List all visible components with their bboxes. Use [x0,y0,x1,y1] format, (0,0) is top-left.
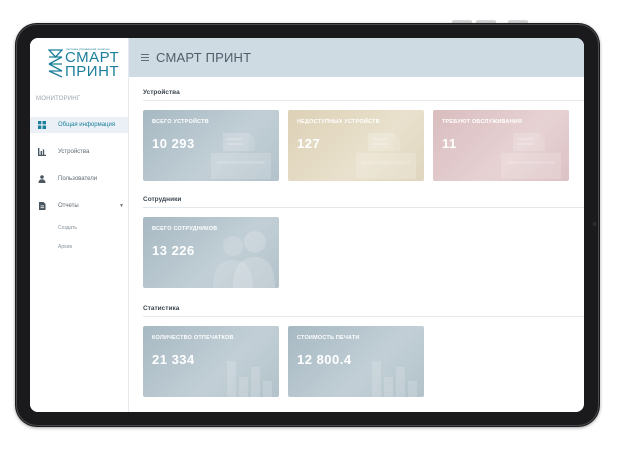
card-value: 10 293 [152,136,195,151]
app-title: СМАРТ ПРИНТ [156,50,252,65]
card-label: НЕДОСТУПНЫХ УСТРОЙСТВ [297,119,380,125]
sidebar-item-overview[interactable]: Общая информация [30,117,128,133]
card-print-count[interactable]: КОЛИЧЕСТВО ОТПЕЧАТКОВ 21 334 [143,326,279,397]
menu-icon[interactable] [141,54,149,61]
card-value: 12 800.4 [297,352,352,367]
card-value: 127 [297,136,321,151]
card-value: 11 [442,136,457,151]
sidebar-section-label: МОНИТОРИНГ [36,96,81,102]
card-label: ВСЕГО СОТРУДНИКОВ [152,226,218,232]
card-print-cost[interactable]: СТОИМОСТЬ ПЕЧАТИ 12 800.4 [288,326,424,397]
sidebar-item-users[interactable]: Пользователи [30,171,128,187]
printer-icon [211,133,271,179]
section-title-devices: Устройства [143,89,180,96]
logo-mark-icon [48,49,63,78]
sidebar-item-reports[interactable]: Отчеты ▼ [30,198,128,214]
logo[interactable]: система управления печатью СМАРТ ПРИНТ [48,47,120,87]
card-maintenance-devices[interactable]: ТРЕБУЮТ ОБСЛУЖИВАНИЯ 11 [433,110,569,181]
sidebar-item-label: Устройства [58,149,90,155]
sidebar-item-label: Пользователи [58,176,98,182]
top-bar: СМАРТ ПРИНТ [129,38,584,77]
sidebar-subitem-archive[interactable]: Архив [58,244,72,250]
card-total-devices[interactable]: ВСЕГО УСТРОЙСТВ 10 293 [143,110,279,181]
dashboard-icon [38,121,46,129]
logo-text-line2: ПРИНТ [65,63,120,80]
app-screen: система управления печатью СМАРТ ПРИНТ М… [30,38,584,412]
card-total-employees[interactable]: ВСЕГО СОТРУДНИКОВ 13 226 [143,217,279,288]
printer-icon [356,133,416,179]
users-icon [38,175,46,183]
bar-chart-icon [372,361,417,397]
card-unavailable-devices[interactable]: НЕДОСТУПНЫХ УСТРОЙСТВ 127 [288,110,424,181]
card-label: СТОИМОСТЬ ПЕЧАТИ [297,335,360,341]
card-label: КОЛИЧЕСТВО ОТПЕЧАТКОВ [152,335,234,341]
section-title-employees: Сотрудники [143,196,182,203]
section-title-statistics: Статистика [143,305,180,312]
sidebar-item-devices[interactable]: Устройства [30,144,128,160]
section-divider [143,207,584,208]
card-label: ВСЕГО УСТРОЙСТВ [152,119,209,125]
card-value: 21 334 [152,352,195,367]
bar-chart-icon [38,148,46,156]
card-label: ТРЕБУЮТ ОБСЛУЖИВАНИЯ [442,119,523,125]
sidebar-item-label: Общая информация [58,122,116,128]
section-divider [143,316,584,317]
printer-icon [501,133,561,179]
tablet-camera [593,222,596,226]
sidebar: система управления печатью СМАРТ ПРИНТ М… [30,38,129,412]
chevron-down-icon[interactable]: ▼ [119,203,124,209]
sidebar-subitem-create[interactable]: Создать [58,225,77,231]
users-icon [213,231,275,288]
document-icon [39,202,46,210]
bar-chart-icon [227,361,272,397]
sidebar-item-label: Отчеты [58,203,79,209]
card-value: 13 226 [152,243,195,258]
section-divider [143,100,584,101]
